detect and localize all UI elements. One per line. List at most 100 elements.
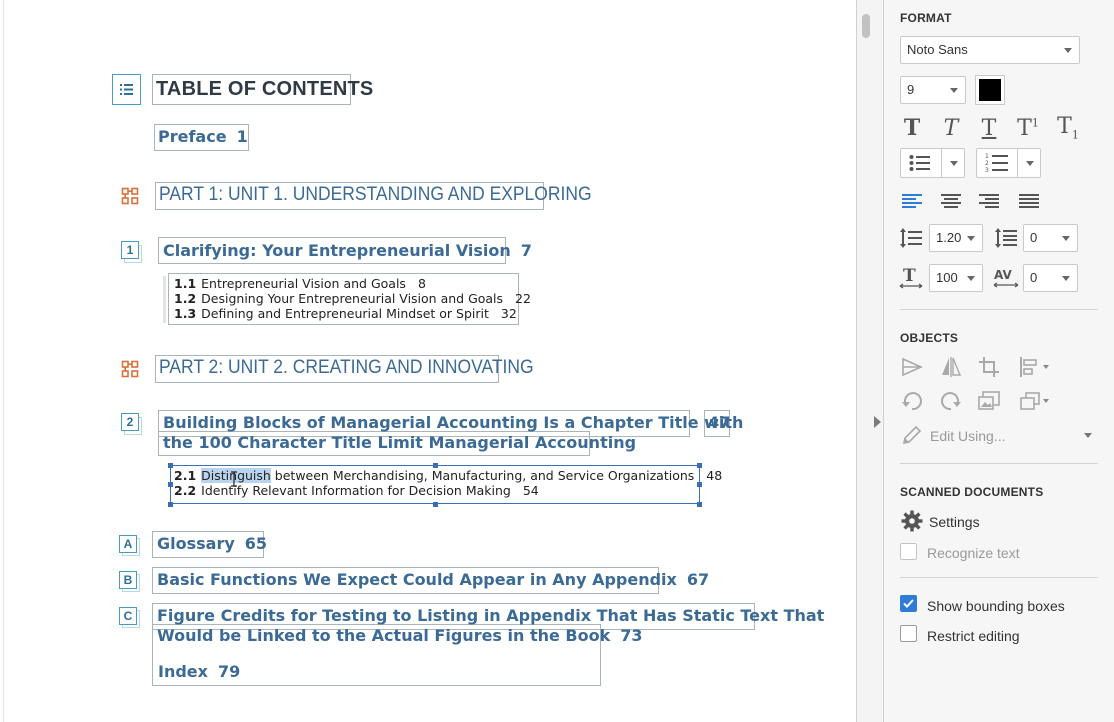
objects-heading: OBJECTS [900,331,959,345]
chevron-down-icon [1062,276,1070,281]
arrange-objects-icon[interactable] [1018,387,1052,415]
svg-text:T: T [903,266,916,286]
font-color-swatch[interactable] [975,75,1005,105]
appendix-a-page: 65 [244,534,268,553]
section-1-1-title: Entrepreneurial Vision and Goals [201,276,406,291]
section-1-3-num: 1.3 [174,306,197,321]
numbered-list-icon: 123 [985,153,1008,173]
scanned-documents-heading: SCANNED DOCUMENTS [900,485,1044,499]
toc-icon [112,74,141,105]
numbered-list-button[interactable]: 123 [976,148,1041,178]
flip-horizontal-icon[interactable] [898,353,926,381]
preface-entry: Preface 1 [158,127,248,146]
panel-collapse-arrow-icon[interactable] [874,416,881,428]
line-spacing-dropdown[interactable]: 1.20 [929,224,983,252]
chevron-down-icon [967,236,975,241]
section-2-1-num: 2.1 [174,468,197,483]
show-bounding-boxes-checkbox[interactable] [900,595,917,612]
align-objects-icon[interactable] [1018,353,1052,381]
chapter-1-page: 7 [520,241,532,260]
appendix-c-title-line1: Figure Credits for Testing to Listing in… [157,606,825,625]
underline-text-icon[interactable]: T [975,114,1003,142]
section-2-1-title: between Merchandising, Manufacturing, an… [270,468,695,483]
section-1-3: 1.3 Defining and Entrepreneurial Mindset … [174,306,517,321]
flip-vertical-icon[interactable] [937,353,965,381]
edit-pencil-icon [898,421,926,449]
chapter-1-entry: Clarifying: Your Entrepreneurial Vision 7 [163,241,532,260]
section-1-3-page: 32 [500,306,517,321]
line-spacing-icon [897,224,925,252]
align-right-icon[interactable] [975,187,1003,215]
selection-handle-ml[interactable] [168,482,173,487]
chevron-down-icon [950,88,958,93]
line-spacing-value: 1.20 [936,230,962,245]
chapter-1-title: Clarifying: Your Entrepreneurial Vision [163,241,511,260]
align-left-icon[interactable] [898,187,926,215]
replace-image-icon[interactable] [975,387,1003,415]
part-1-icon [121,187,139,205]
recognize-text-label: Recognize text [927,545,1020,561]
chapter-1-badge: 1 [121,241,139,259]
settings-label[interactable]: Settings [929,514,980,530]
part-2-title: PART 2: UNIT 2. CREATING AND INNOVATING [159,357,534,378]
document-canvas[interactable]: TABLE OF CONTENTS Preface 1 PART 1: UNIT … [0,0,856,722]
section-2-2-page: 54 [522,483,539,498]
chapter-2-title-line1: Building Blocks of Managerial Accounting… [163,413,744,432]
selection-handle-bl[interactable] [168,502,173,507]
font-family-dropdown[interactable]: Noto Sans [900,36,1080,64]
rotate-left-icon[interactable] [898,387,926,415]
character-spacing-value: 0 [1030,270,1038,285]
bold-text-icon[interactable]: T [898,114,926,142]
show-bounding-boxes-label: Show bounding boxes [927,598,1065,614]
appendix-c-page: 73 [620,626,643,645]
format-heading: FORMAT [900,11,952,25]
section-1-2: 1.2 Designing Your Entrepreneurial Vision… [174,291,531,306]
character-scale-icon: T [897,263,925,291]
selection-handle-br[interactable] [697,502,702,507]
paragraph-spacing-value: 0 [1030,230,1038,245]
character-spacing-dropdown[interactable]: 0 [1023,264,1078,292]
appendix-a-entry: Glossary 65 [157,534,267,553]
chapter-2-badge: 2 [121,413,139,431]
document-scrollbar[interactable] [856,0,884,722]
section-1-2-num: 1.2 [174,291,197,306]
recognize-text-checkbox[interactable] [900,543,917,560]
gear-icon[interactable] [898,507,926,535]
selection-handle-tl[interactable] [168,463,173,468]
edit-using-dropdown[interactable]: Edit Using... [930,428,1005,444]
subscript-icon[interactable]: T1 [1054,114,1082,142]
index-entry: Index 79 [158,662,240,681]
superscript-icon[interactable]: T1 [1014,114,1042,142]
section-2-1-page: 48 [706,468,723,483]
restrict-editing-checkbox[interactable] [900,625,917,642]
align-center-icon[interactable] [937,187,965,215]
crop-icon[interactable] [975,353,1003,381]
rotate-right-icon[interactable] [937,387,965,415]
chevron-down-icon[interactable] [1084,433,1092,438]
section-2-2-title: Identify Relevant Information for Decisi… [201,483,511,498]
part-1-title: PART 1: UNIT 1. UNDERSTANDING AND EXPLOR… [159,184,592,205]
font-size-dropdown[interactable]: 9 [900,76,966,104]
appendix-a-badge: A [119,535,137,553]
paragraph-spacing-dropdown[interactable]: 0 [1023,224,1078,252]
checkmark-icon [903,599,914,608]
align-justify-icon[interactable] [1015,187,1043,215]
appendix-a-title: Glossary [157,534,235,553]
appendix-c-badge: C [119,607,137,625]
appendix-b-badge: B [119,571,137,589]
selection-handle-bc[interactable] [433,502,438,507]
text-cursor-icon [230,471,238,487]
restrict-editing-label: Restrict editing [927,628,1020,644]
font-family-value: Noto Sans [907,42,968,57]
svg-text:1: 1 [985,153,989,160]
page-edge [3,0,4,722]
character-scale-dropdown[interactable]: 100 [929,264,983,292]
svg-text:2: 2 [985,160,989,167]
scrollbar-thumb[interactable] [862,14,870,38]
chevron-down-icon [967,276,975,281]
italic-text-icon[interactable]: T [937,114,965,142]
bullet-list-button[interactable] [900,148,965,178]
font-color-fill [979,79,1001,101]
section-2-2-num: 2.2 [174,483,197,498]
appendix-b-entry: Basic Functions We Expect Could Appear i… [157,570,709,589]
